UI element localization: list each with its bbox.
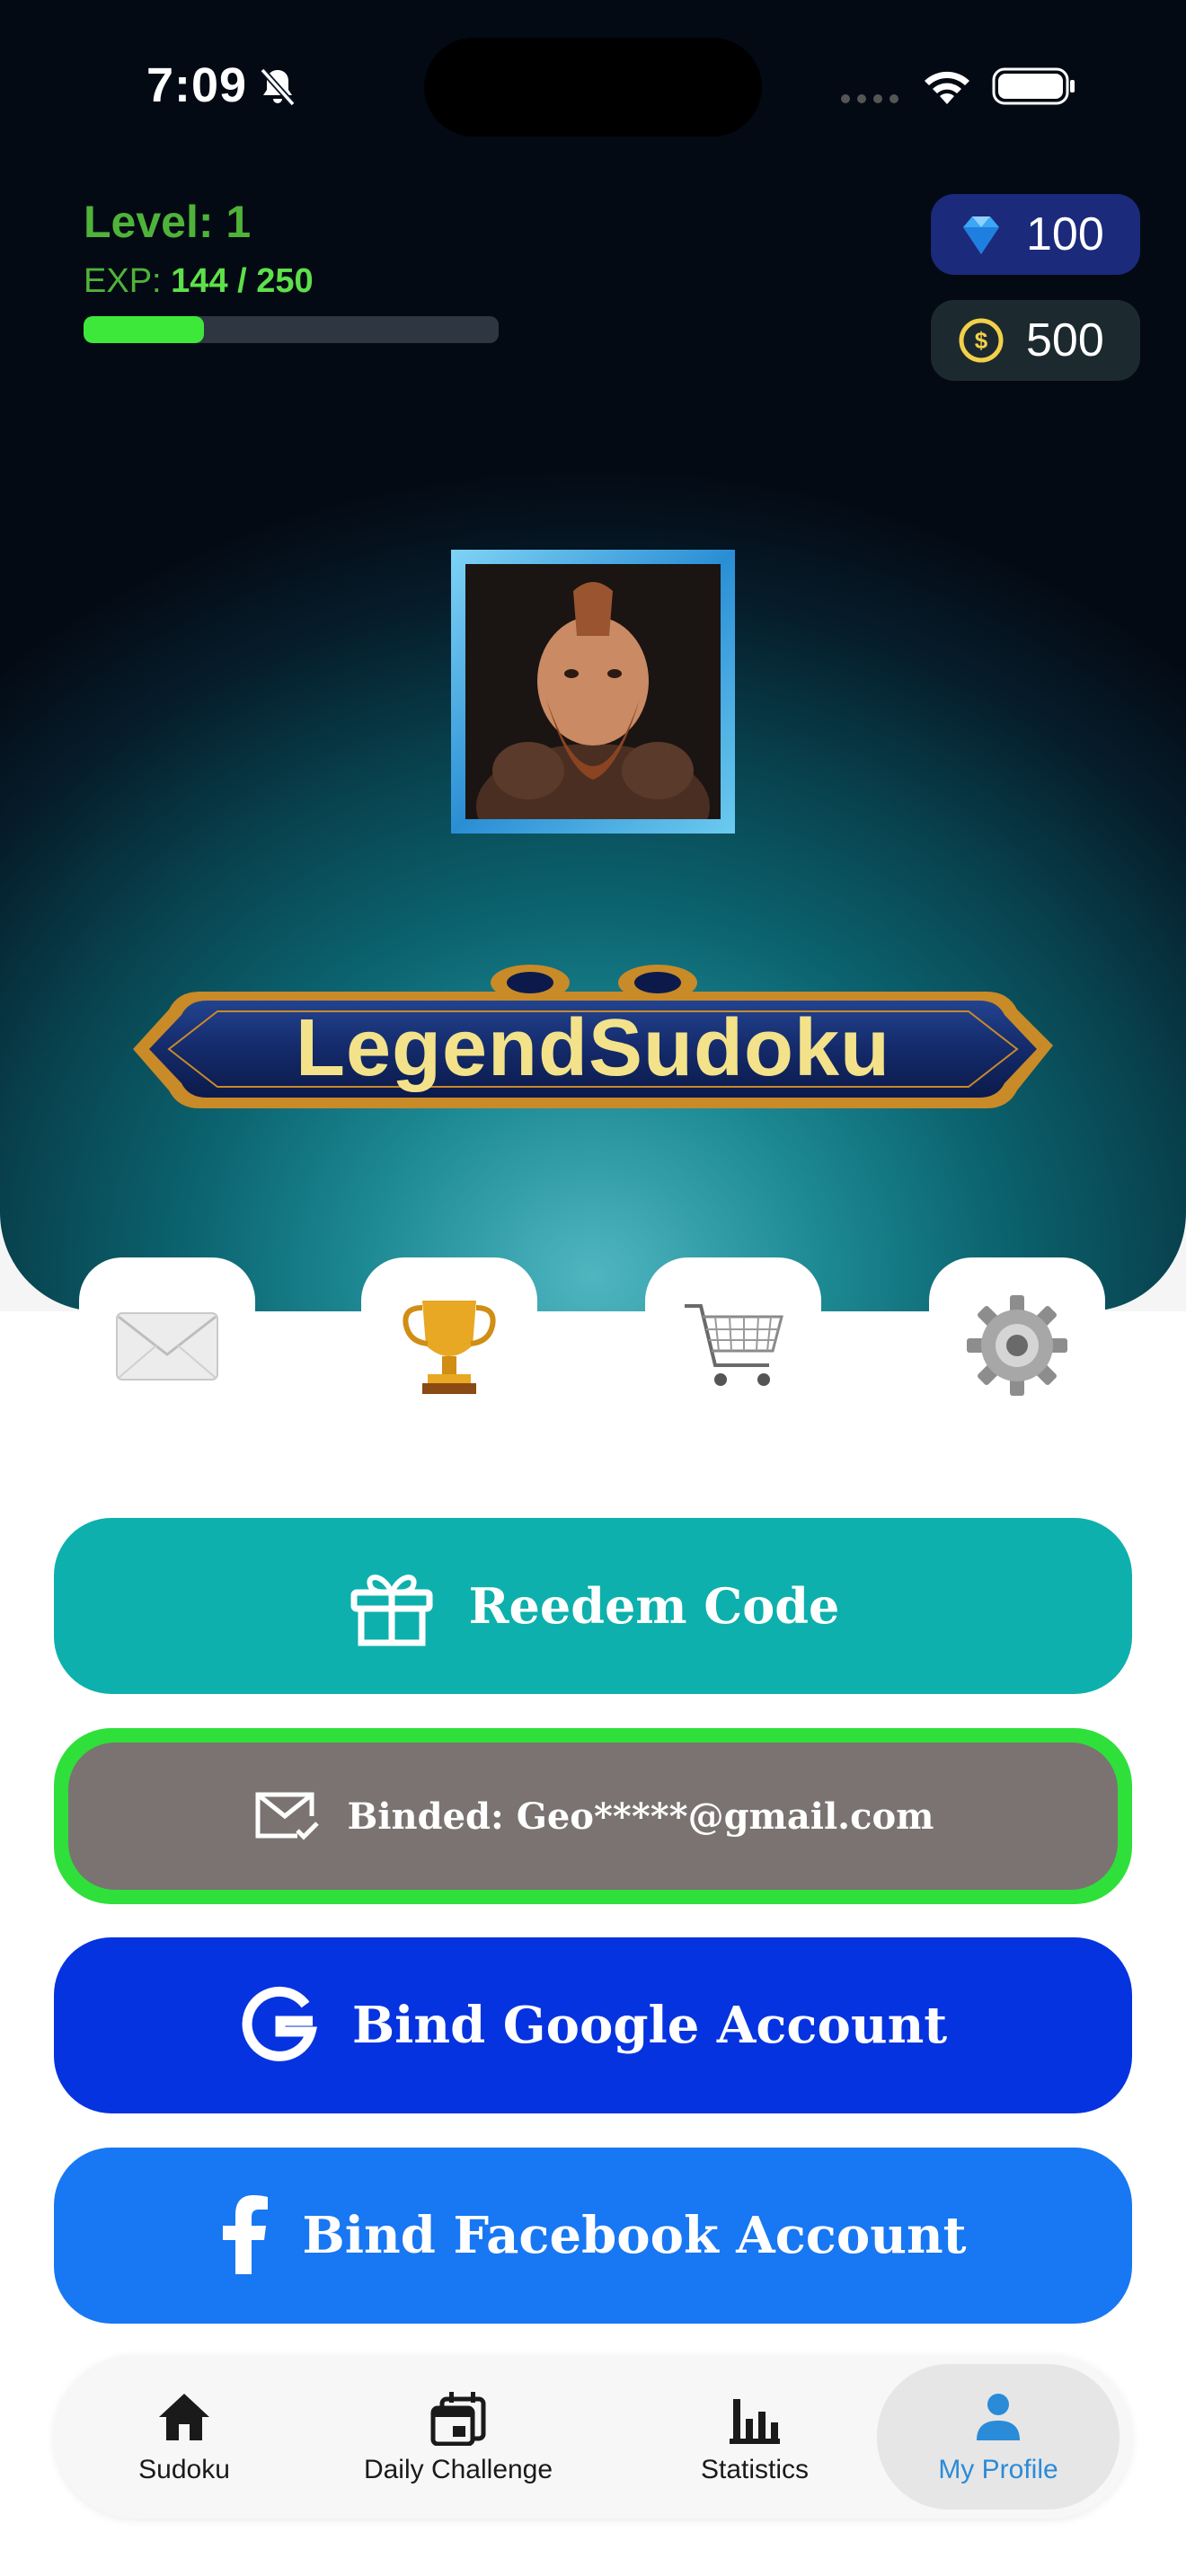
nav-statistics-label: Statistics: [700, 2455, 810, 2484]
calendar-icon: [430, 2392, 486, 2446]
profile-header: 7:09 Level: 1 EXP: 144 / 250 100 $ 500 L…: [0, 0, 1186, 1311]
settings-shortcut[interactable]: [929, 1257, 1105, 1419]
bell-muted-icon: [260, 67, 296, 107]
status-bar: 7:09: [0, 0, 1186, 171]
achievements-shortcut[interactable]: [361, 1257, 537, 1419]
redeem-code-button[interactable]: Reedem Code: [54, 1518, 1132, 1694]
exp-progress-bar: [84, 316, 499, 343]
facebook-icon: [223, 2195, 269, 2274]
status-time: 7:09: [146, 58, 248, 112]
nav-my-profile-label: My Profile: [938, 2455, 1058, 2484]
nav-daily-challenge-label: Daily Challenge: [363, 2455, 553, 2484]
envelope-icon: [116, 1312, 218, 1381]
nav-daily-challenge[interactable]: Daily Challenge: [323, 2355, 593, 2519]
player-exp: EXP: 144 / 250: [84, 262, 314, 301]
bottom-navigation: Sudoku Daily Challenge Statistics My Pro…: [54, 2355, 1132, 2519]
coins-counter[interactable]: $ 500: [931, 300, 1140, 381]
gems-value: 100: [1026, 208, 1104, 260]
bound-email-button[interactable]: Binded: Geo*****@gmail.com: [54, 1728, 1132, 1904]
exp-value: 144 / 250: [171, 262, 314, 300]
game-title: LegendSudoku: [296, 1003, 890, 1093]
nav-sudoku[interactable]: Sudoku: [90, 2355, 279, 2519]
bind-google-label: Bind Google Account: [351, 1996, 948, 2055]
avatar-portrait: [465, 564, 721, 819]
avatar[interactable]: [451, 550, 735, 834]
gear-icon: [967, 1295, 1067, 1396]
mail-shortcut[interactable]: [79, 1257, 255, 1419]
avatar-image: [465, 564, 721, 819]
bound-email-label: Binded: Geo*****@gmail.com: [347, 1795, 934, 1838]
diamond-icon: [963, 216, 999, 254]
battery-icon: [992, 67, 1075, 105]
email-verified-icon: [255, 1792, 319, 1840]
bar-chart-icon: [730, 2399, 780, 2444]
dynamic-island: [424, 38, 762, 137]
nav-sudoku-label: Sudoku: [138, 2455, 230, 2484]
svg-text:$: $: [975, 327, 988, 354]
nav-my-profile[interactable]: My Profile: [877, 2364, 1120, 2510]
nav-statistics[interactable]: Statistics: [647, 2355, 863, 2519]
redeem-code-label: Reedem Code: [468, 1577, 840, 1635]
google-icon: [242, 1986, 317, 2061]
player-level: Level: 1: [84, 197, 252, 247]
shopping-cart-icon: [685, 1304, 783, 1386]
trophy-icon: [403, 1301, 496, 1394]
exp-progress-fill: [84, 316, 204, 343]
bound-email-inner: Binded: Geo*****@gmail.com: [68, 1742, 1118, 1890]
home-icon: [159, 2394, 209, 2440]
bind-google-button[interactable]: Bind Google Account: [54, 1937, 1132, 2113]
person-icon: [977, 2394, 1020, 2440]
bind-facebook-button[interactable]: Bind Facebook Account: [54, 2148, 1132, 2324]
coins-value: 500: [1026, 314, 1104, 366]
wifi-icon: [925, 71, 969, 104]
bind-facebook-label: Bind Facebook Account: [302, 2206, 967, 2265]
gems-counter[interactable]: 100: [931, 194, 1140, 275]
coin-icon: $: [959, 318, 1004, 363]
cellular-signal-icon: [841, 94, 898, 103]
exp-prefix: EXP:: [84, 262, 162, 300]
gift-icon: [350, 1575, 433, 1646]
shop-shortcut[interactable]: [645, 1257, 821, 1419]
